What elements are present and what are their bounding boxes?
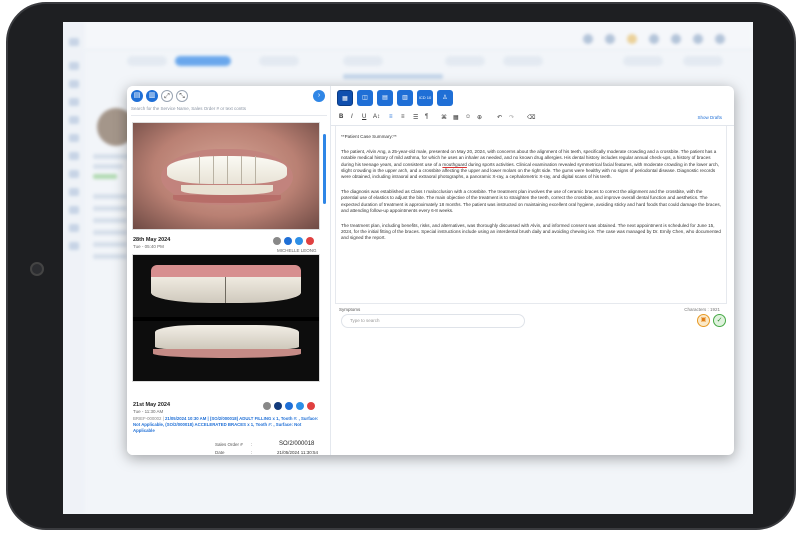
- screen: ▤ ▥ ⤢ ⤡ › Search for the Service Name, S…: [63, 22, 753, 514]
- font-size-button[interactable]: A↕: [373, 114, 380, 120]
- background-sidebar: [63, 22, 85, 514]
- align-left-button[interactable]: ≡: [389, 114, 393, 120]
- underline-button[interactable]: U: [362, 114, 366, 120]
- colon: :: [251, 450, 253, 455]
- list-button[interactable]: ☰: [413, 114, 418, 121]
- note-paragraph-2: The diagnosis was established as Class I…: [341, 189, 721, 213]
- edit-icon[interactable]: [285, 402, 293, 410]
- tab-clipboard[interactable]: ▥: [397, 90, 413, 106]
- note-editor-panel: ▦ ◫ ▤ ▥ ICD 10 ♙ B I U A↕ ≡ ≡ ☰ ¶ ⌘ ▦ ☺ …: [331, 86, 734, 455]
- save-draft-button[interactable]: ▣: [697, 314, 710, 327]
- entry2-time: Tue - 11:30 AM: [133, 409, 164, 414]
- mic-icon[interactable]: [263, 402, 271, 410]
- brief-number: BRIEF-000002 |: [133, 416, 164, 421]
- go-icon[interactable]: [274, 402, 282, 410]
- delete-icon[interactable]: [307, 402, 315, 410]
- entry1-doctor: MICHELLE LEONG: [277, 248, 317, 253]
- redo-icon[interactable]: ↷: [509, 114, 514, 121]
- align-center-button[interactable]: ≡: [401, 114, 405, 120]
- character-count: Characters : 1921: [684, 307, 720, 312]
- note-editor[interactable]: **Patient Case Summary:** The patient, A…: [335, 128, 727, 296]
- clinical-notes-modal: ▤ ▥ ⤢ ⤡ › Search for the Service Name, S…: [127, 86, 734, 455]
- edit-icon[interactable]: [284, 237, 292, 245]
- pencil-icon[interactable]: [295, 237, 303, 245]
- undo-icon[interactable]: ↶: [497, 114, 502, 121]
- doc-button[interactable]: ▤: [131, 90, 143, 102]
- insert-icon[interactable]: ⊕: [477, 114, 482, 121]
- tab-icd10[interactable]: ICD 10: [417, 90, 433, 106]
- chevron-right-icon[interactable]: ›: [313, 90, 325, 102]
- delete-icon[interactable]: [306, 237, 314, 245]
- date-label: Date: [215, 450, 225, 455]
- entry1-date: 28th May 2024: [133, 237, 171, 243]
- symptoms-search-input[interactable]: Type to search: [341, 314, 525, 328]
- copy-button[interactable]: ▥: [146, 90, 158, 102]
- camera-icon: [30, 262, 44, 276]
- show-drafts-link[interactable]: Show Drafts: [697, 115, 722, 120]
- confirm-button[interactable]: ✓: [713, 314, 726, 327]
- colon: :: [251, 442, 253, 447]
- entry2-date: 21st May 2024: [133, 402, 170, 408]
- note-paragraph-1: The patient, Alvin Ang, a 25-year-old ma…: [341, 149, 719, 180]
- intraoral-photo[interactable]: [132, 254, 320, 382]
- collapse-icon[interactable]: ⤡: [176, 90, 188, 102]
- italic-button[interactable]: I: [351, 114, 353, 120]
- scrollbar[interactable]: [323, 134, 326, 204]
- smile-photo[interactable]: [132, 122, 320, 230]
- table-icon[interactable]: ▦: [453, 114, 459, 121]
- link-icon[interactable]: ⌘: [441, 114, 447, 121]
- tab-documents[interactable]: ▤: [377, 90, 393, 106]
- mic-icon[interactable]: [273, 237, 281, 245]
- tab-tooth[interactable]: ♙: [437, 90, 453, 106]
- symptoms-label: Symptoms: [339, 307, 361, 312]
- date-value: 21/05/2024 11:30:54: [277, 450, 318, 455]
- history-search-hint[interactable]: Search for the Service Name, Sales Order…: [131, 106, 246, 111]
- clear-format-icon[interactable]: ⌫: [527, 114, 535, 121]
- bold-button[interactable]: B: [339, 114, 343, 120]
- emoji-icon[interactable]: ☺: [465, 114, 471, 120]
- entry1-time: Tue - 05:40 PM: [133, 244, 164, 249]
- entry2-brief: BRIEF-000002 | 21/05/2024 10:30 AM | (SO…: [133, 416, 321, 434]
- paragraph-button[interactable]: ¶: [425, 114, 428, 120]
- history-panel: ▤ ▥ ⤢ ⤡ › Search for the Service Name, S…: [127, 86, 331, 455]
- expand-icon[interactable]: ⤢: [161, 90, 173, 102]
- search-underline: [131, 115, 327, 116]
- sales-order-value: SO/2/000018: [279, 441, 315, 447]
- pencil-icon[interactable]: [296, 402, 304, 410]
- note-title: **Patient Case Summary:**: [341, 134, 397, 139]
- sales-order-label: Sales Order #: [215, 442, 243, 447]
- tab-chart[interactable]: ◫: [357, 90, 373, 106]
- tab-clinical-notes[interactable]: ▦: [337, 90, 353, 106]
- editor-toolbar: B I U A↕ ≡ ≡ ☰ ¶ ⌘ ▦ ☺ ⊕ ↶ ↷ ⌫ Show Draf…: [331, 110, 734, 126]
- tablet-frame: ▤ ▥ ⤢ ⤡ › Search for the Service Name, S…: [6, 2, 796, 530]
- note-paragraph-3: The treatment plan, including benefits, …: [341, 223, 721, 241]
